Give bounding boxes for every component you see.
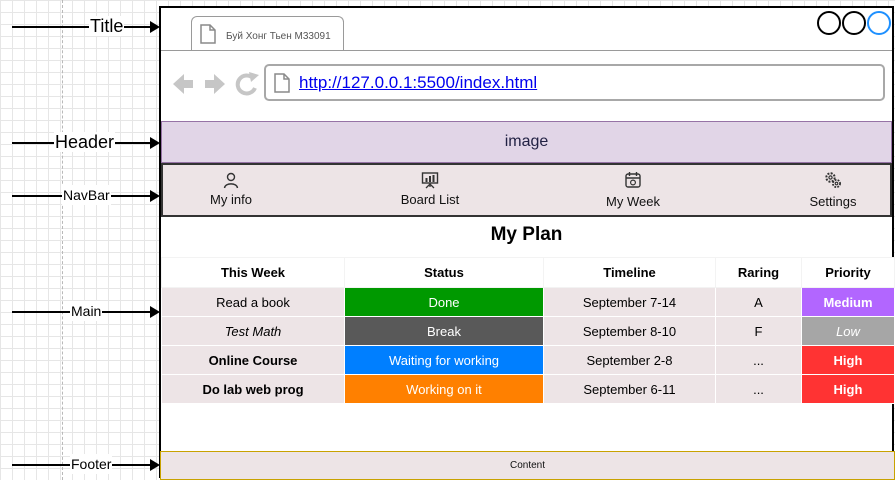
annotation-main: Main [12, 297, 160, 327]
table-row: Do lab web prog Working on it September … [161, 374, 895, 404]
annotation-navbar: NavBar [12, 181, 160, 211]
page-icon [274, 73, 290, 93]
priority-cell: Low [801, 316, 895, 346]
status-cell: Done [344, 287, 544, 317]
timeline-cell: September 8-10 [543, 316, 716, 346]
annotation-title: Title [12, 12, 160, 42]
nav-item-settings[interactable]: Settings [803, 165, 863, 215]
rating-cell: F [715, 316, 802, 346]
annotation-navbar-label: NavBar [62, 185, 111, 205]
annotation-footer: Footer [12, 450, 160, 480]
column-header: Raring [715, 257, 802, 288]
priority-cell: High [801, 374, 895, 404]
timeline-cell: September 6-11 [543, 374, 716, 404]
rating-cell: ... [715, 345, 802, 375]
column-header: This Week [161, 257, 345, 288]
task-cell: Online Course [161, 345, 345, 375]
main-title: My Plan [490, 224, 563, 245]
header-image-placeholder: image [504, 133, 549, 150]
task-cell: Do lab web prog [161, 374, 345, 404]
task-cell: Read a book [161, 287, 345, 317]
rating-cell: A [715, 287, 802, 317]
footer-content: Content [509, 460, 546, 471]
status-cell: Break [344, 316, 544, 346]
browser-tab[interactable]: Буй Хонг Тьен М33091 [191, 16, 344, 51]
nav-item-label: Board List [400, 192, 460, 207]
calendar-icon [625, 172, 641, 188]
nav-item-label: Settings [809, 194, 857, 209]
forward-arrow-icon[interactable] [205, 74, 225, 94]
page-header: image [161, 121, 892, 163]
table-header-row: This Week Status Timeline Raring Priorit… [161, 257, 895, 288]
page-footer: Content [160, 451, 895, 480]
tab-strip-divider [161, 50, 892, 51]
table-row: Test Math Break September 8-10 F Low [161, 316, 895, 346]
nav-item-label: My Week [606, 194, 660, 209]
nav-item-board-list[interactable]: Board List [392, 165, 468, 215]
reload-icon[interactable] [235, 72, 259, 96]
annotation-main-label: Main [70, 301, 103, 321]
annotation-footer-label: Footer [70, 454, 113, 474]
window-close-button[interactable] [817, 11, 841, 35]
rating-cell: ... [715, 374, 802, 404]
window-maximize-button[interactable] [867, 11, 891, 35]
priority-cell: High [801, 345, 895, 375]
gears-icon [825, 172, 841, 188]
nav-item-my-week[interactable]: My Week [600, 165, 666, 215]
annotation-header-label: Header [54, 132, 116, 152]
timeline-cell: September 7-14 [543, 287, 716, 317]
timeline-cell: September 2-8 [543, 345, 716, 375]
page-icon [200, 24, 216, 44]
tab-title: Буй Хонг Тьен М33091 [226, 31, 331, 42]
nav-item-my-info[interactable]: My info [199, 165, 263, 215]
browser-window: Буй Хонг Тьен М33091 http://127.0.0.1:55… [159, 6, 895, 480]
browser-nav-controls [173, 72, 259, 96]
board-icon [421, 172, 439, 189]
guide-dashed-line [62, 0, 63, 480]
annotation-title-label: Title [89, 16, 125, 36]
status-cell: Waiting for working [344, 345, 544, 375]
column-header: Priority [801, 257, 895, 288]
nav-item-label: My info [210, 192, 252, 207]
user-icon [223, 172, 239, 189]
status-cell: Working on it [344, 374, 544, 404]
annotation-header: Header [12, 128, 160, 158]
column-header: Status [344, 257, 544, 288]
window-minimize-button[interactable] [842, 11, 866, 35]
back-arrow-icon[interactable] [173, 74, 193, 94]
table-row: Online Course Waiting for working Septem… [161, 345, 895, 375]
plan-table: This Week Status Timeline Raring Priorit… [161, 257, 895, 404]
address-bar[interactable]: http://127.0.0.1:5500/index.html [264, 64, 885, 101]
priority-cell: Medium [801, 287, 895, 317]
table-row: Read a book Done September 7-14 A Medium [161, 287, 895, 317]
column-header: Timeline [543, 257, 716, 288]
url-link[interactable]: http://127.0.0.1:5500/index.html [299, 73, 537, 93]
navbar: My info Board List My Week Settings [161, 163, 892, 217]
task-cell: Test Math [161, 316, 345, 346]
